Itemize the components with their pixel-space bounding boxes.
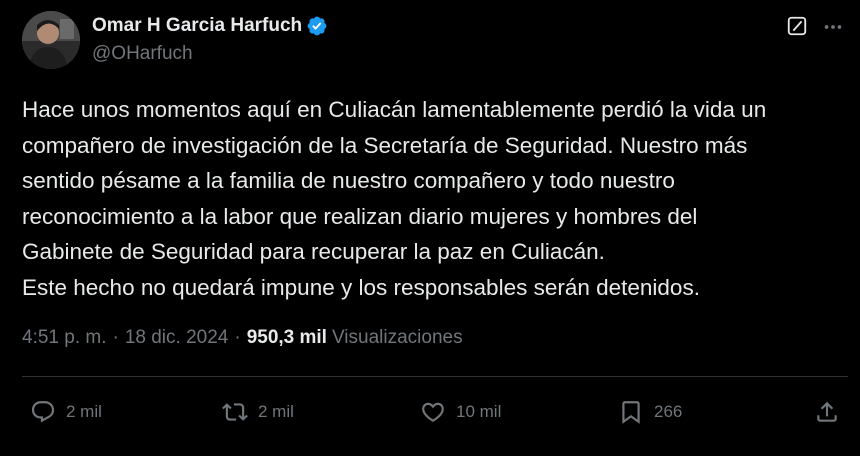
tweet-line: Este hecho no quedará impune y los respo… (22, 274, 700, 300)
name-row: Omar H Garcia Harfuch (92, 13, 328, 39)
repost-icon (222, 403, 248, 421)
share-button[interactable] (814, 392, 840, 432)
tweet-text: Hace unos momentos aquí en Culiacán lame… (22, 92, 852, 305)
meta-separator: · (112, 327, 119, 348)
meta-separator: · (234, 327, 241, 348)
views-label: Visualizaciones (331, 327, 463, 348)
bookmark-icon (622, 401, 640, 424)
more-icon[interactable] (822, 16, 844, 38)
reply-icon (31, 401, 55, 423)
bookmark-count: 266 (654, 402, 683, 421)
tweet-time[interactable]: 4:51 p. m. (22, 327, 107, 349)
verified-badge-icon (307, 16, 327, 36)
tweet-header: Omar H Garcia Harfuch @OHarfuch (22, 10, 842, 70)
divider (22, 376, 848, 377)
like-button[interactable]: 10 mil (420, 392, 501, 432)
tweet-line: compañero de investigación de la Secreta… (22, 132, 748, 158)
repost-count: 2 mil (258, 402, 294, 421)
action-bar: 2 mil 2 mil 10 mil 266 (22, 392, 848, 432)
grok-icon[interactable] (786, 15, 808, 37)
views-count: 950,3 mil (246, 327, 327, 348)
tweet-date[interactable]: 18 dic. 2024 (125, 327, 229, 349)
tweet-line: Gabinete de Seguridad para recuperar la … (22, 239, 605, 264)
tweet-line: reconocimiento a la labor que realizan d… (22, 203, 698, 229)
reply-count: 2 mil (66, 402, 102, 421)
avatar[interactable] (22, 11, 80, 69)
tweet-line: sentido pésame a la familia de nuestro c… (22, 168, 675, 193)
handle[interactable]: @OHarfuch (92, 43, 328, 65)
tweet-meta: 4:51 p. m. · 18 dic. 2024 · 950,3 mil Vi… (22, 327, 463, 349)
tweet-line: Hace unos momentos aquí en Culiacán lame… (22, 97, 767, 122)
like-icon (422, 402, 444, 422)
share-icon (817, 401, 837, 422)
author-block: Omar H Garcia Harfuch @OHarfuch (92, 13, 328, 65)
like-count: 10 mil (456, 402, 502, 421)
bookmark-button[interactable]: 266 (618, 392, 682, 432)
display-name[interactable]: Omar H Garcia Harfuch (92, 15, 302, 37)
repost-button[interactable]: 2 mil (222, 392, 294, 432)
reply-button[interactable]: 2 mil (30, 392, 102, 432)
